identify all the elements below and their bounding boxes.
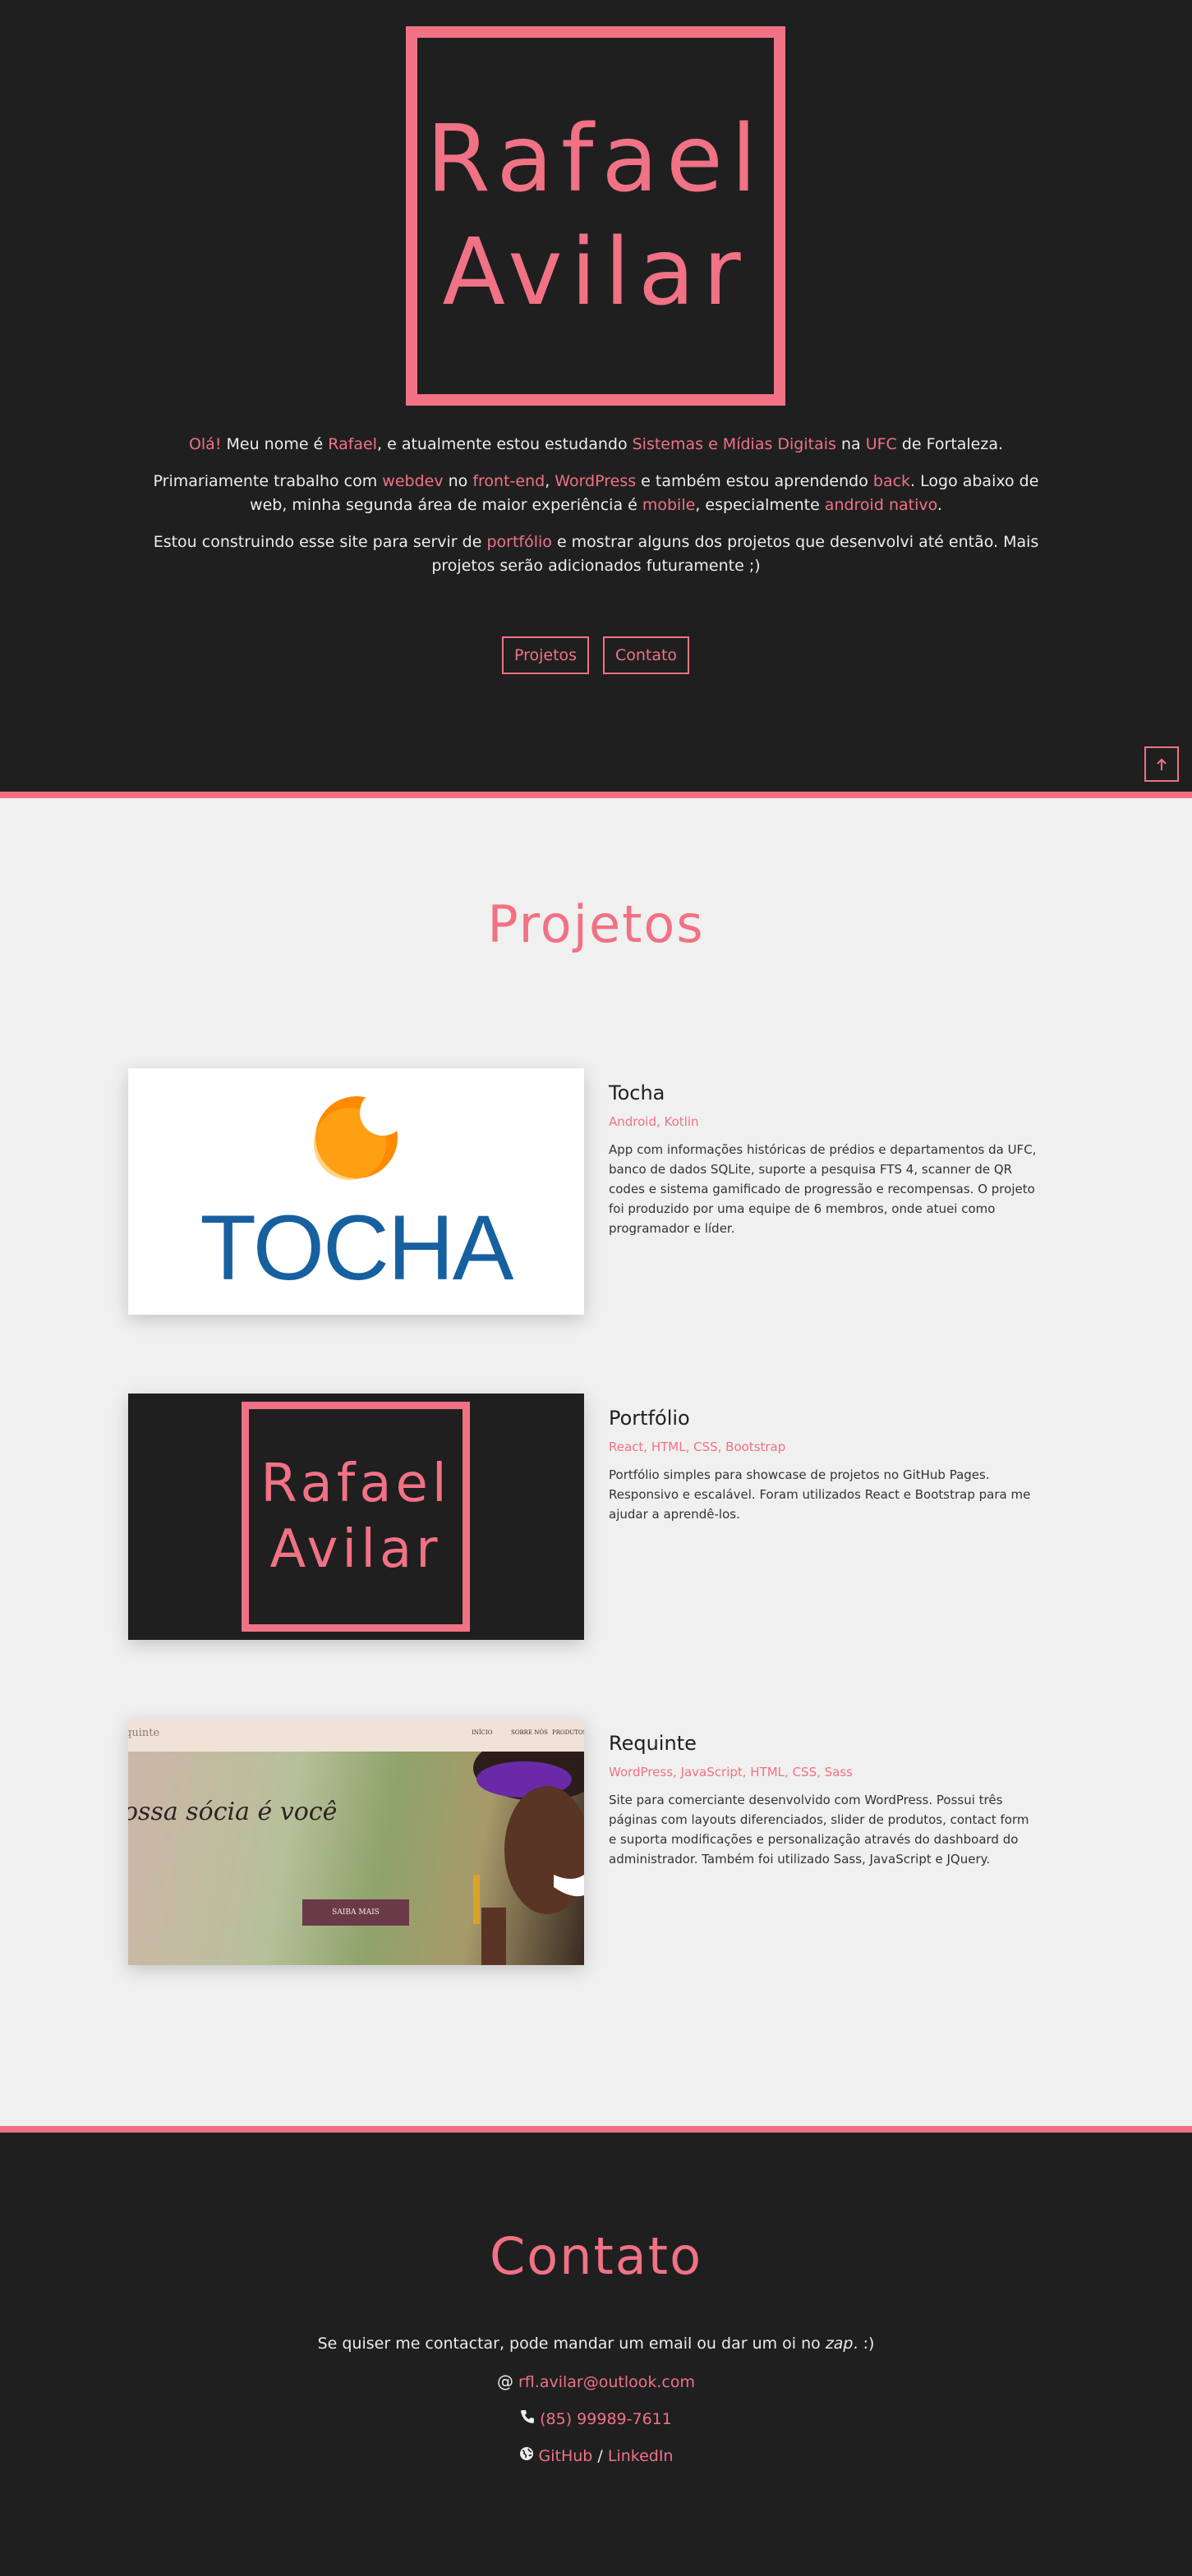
project-description: Site para comerciante desenvolvido com W…	[609, 1793, 1029, 1867]
phone-line: (85) 99989-7611	[0, 2408, 1192, 2428]
intro-paragraph-3: Estou construindo esse site para servir …	[140, 530, 1052, 578]
frontend-highlight: front-end	[472, 472, 545, 490]
intro-text: Primariamente trabalho com	[153, 472, 383, 490]
requinte-nav-link: INÍCIO	[472, 1729, 493, 1736]
logo-line-1: Rafael	[426, 106, 766, 213]
back-to-top-button[interactable]	[1144, 746, 1179, 782]
github-link[interactable]: GitHub	[539, 2447, 593, 2465]
contato-title: Contato	[489, 2226, 703, 2286]
contato-intro: Se quiser me contactar, pode mandar um e…	[0, 2335, 1192, 2353]
portfolio-logo: Rafael Avilar	[242, 1402, 470, 1632]
ufc-highlight: UFC	[865, 435, 897, 453]
email-line: @ rfl.avilar@outlook.com	[0, 2372, 1192, 2391]
intro-text: na	[835, 435, 866, 453]
project-title: Portfólio	[609, 1407, 690, 1430]
requinte-image[interactable]: quinte INÍCIO SOBRE NÓS PRODUTOS ossa só…	[128, 1719, 584, 1965]
linkedin-link[interactable]: LinkedIn	[608, 2447, 674, 2465]
project-title: Tocha	[609, 1081, 665, 1104]
project-tags: React, HTML, CSS, Bootstrap	[609, 1440, 786, 1454]
intro-text: Estou construindo esse site para servir …	[153, 533, 487, 551]
woman-photo	[473, 1752, 584, 1965]
social-line: GitHub / LinkedIn	[0, 2445, 1192, 2465]
tocha-image[interactable]: TOCHA	[128, 1068, 584, 1315]
requinte-headline: ossa sócia é você	[128, 1798, 338, 1826]
requinte-hero-photo	[128, 1752, 584, 1965]
contato-intro-text: . :)	[853, 2335, 875, 2353]
webdev-highlight: webdev	[382, 472, 444, 490]
intro-text: e também estou aprendendo	[636, 472, 873, 490]
projetos-section: Projetos TOCHA Tocha Android, Kotlin App…	[0, 798, 1192, 2126]
section-divider	[0, 792, 1192, 798]
portfolio-logo-line-2: Avilar	[269, 1519, 442, 1580]
intro-text: Meu nome é	[221, 435, 329, 453]
section-divider	[0, 2126, 1192, 2133]
intro-text: , especialmente	[695, 496, 825, 514]
intro-text: no	[443, 472, 473, 490]
project-title: Requinte	[609, 1732, 697, 1755]
logo: Rafael Avilar	[406, 26, 785, 406]
projetos-title: Projetos	[487, 894, 705, 954]
phone-icon	[520, 2408, 535, 2428]
hero-section: Rafael Avilar Olá! Meu nome é Rafael, e …	[0, 0, 1192, 792]
at-icon: @	[497, 2372, 513, 2391]
contato-section: Contato Se quiser me contactar, pode man…	[0, 2133, 1192, 2576]
contato-button[interactable]: Contato	[603, 636, 689, 674]
requinte-saiba-mais: SAIBA MAIS	[302, 1899, 409, 1926]
intro-text: de Fortaleza.	[896, 435, 1004, 453]
course-highlight: Sistemas e Mídias Digitais	[632, 435, 836, 453]
intro-text: ,	[545, 472, 555, 490]
wordpress-highlight: WordPress	[555, 472, 637, 490]
intro-text: .	[937, 496, 942, 514]
mobile-highlight: mobile	[642, 496, 696, 514]
projetos-button[interactable]: Projetos	[502, 636, 589, 674]
intro-paragraph-2: Primariamente trabalho com webdev no fro…	[140, 470, 1052, 517]
phone-link[interactable]: (85) 99989-7611	[540, 2410, 672, 2428]
flame-icon	[314, 1090, 399, 1180]
portfolio-highlight: portfólio	[486, 533, 552, 551]
project-tags: WordPress, JavaScript, HTML, CSS, Sass	[609, 1765, 853, 1779]
portfolio-image[interactable]: Rafael Avilar	[128, 1394, 584, 1640]
project-tags: Android, Kotlin	[609, 1114, 699, 1129]
requinte-brand: quinte	[128, 1727, 160, 1739]
android-highlight: android nativo	[824, 496, 937, 514]
requinte-navbar: quinte INÍCIO SOBRE NÓS PRODUTOS	[128, 1719, 584, 1752]
tocha-wordmark: TOCHA	[200, 1196, 514, 1299]
ola-highlight: Olá!	[188, 435, 222, 453]
email-link[interactable]: rfl.avilar@outlook.com	[518, 2373, 695, 2391]
project-description: Portfólio simples para showcase de proje…	[609, 1467, 1031, 1522]
contato-intro-text: Se quiser me contactar, pode mandar um e…	[317, 2335, 826, 2353]
zap-text: zap	[825, 2335, 854, 2353]
globe-icon	[519, 2445, 534, 2465]
name-highlight: Rafael	[328, 435, 378, 453]
project-description: App com informações históricas de prédio…	[609, 1142, 1037, 1236]
logo-line-2: Avilar	[442, 219, 749, 326]
intro-paragraph-1: Olá! Meu nome é Rafael, e atualmente est…	[140, 433, 1052, 457]
portfolio-logo-line-1: Rafael	[260, 1453, 451, 1514]
requinte-nav-link: SOBRE NÓS	[511, 1729, 548, 1736]
arrow-up-icon	[1157, 758, 1167, 770]
social-separator: /	[592, 2447, 608, 2465]
requinte-nav-link: PRODUTOS	[552, 1729, 584, 1736]
intro-text: , e atualmente estou estudando	[377, 435, 633, 453]
back-highlight: back	[872, 472, 911, 490]
